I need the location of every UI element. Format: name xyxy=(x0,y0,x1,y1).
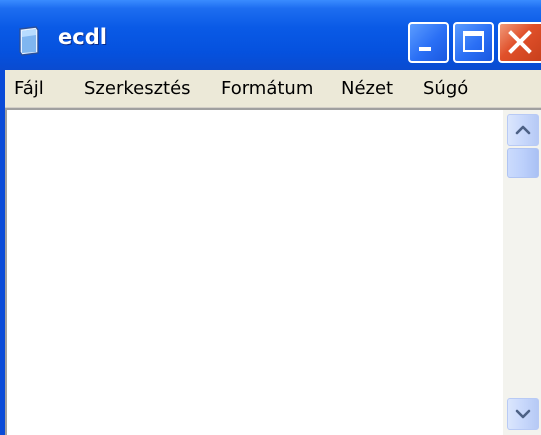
menu-item-view[interactable]: Nézet xyxy=(341,78,393,99)
notepad-icon xyxy=(16,26,42,56)
maximize-button[interactable] xyxy=(453,22,494,63)
editor-area xyxy=(5,108,541,435)
scroll-up-button[interactable] xyxy=(507,114,539,146)
close-button[interactable] xyxy=(498,22,541,63)
title-bar[interactable]: ecdl xyxy=(0,0,541,70)
vertical-scrollbar[interactable] xyxy=(503,110,541,435)
menu-item-help[interactable]: Súgó xyxy=(423,78,468,99)
chevron-down-icon xyxy=(515,409,531,419)
menu-bar: Fájl Szerkesztés Formátum Nézet Súgó xyxy=(5,70,541,108)
scroll-down-button[interactable] xyxy=(507,398,539,430)
minimize-button[interactable] xyxy=(408,22,449,63)
minimize-icon xyxy=(419,47,431,51)
close-icon xyxy=(508,30,532,54)
maximize-icon xyxy=(463,31,484,52)
window-title: ecdl xyxy=(58,25,107,49)
chevron-up-icon xyxy=(515,125,531,135)
menu-item-format[interactable]: Formátum xyxy=(221,78,313,99)
notepad-window: ecdl Fájl Szerkesztés Formátum Nézet Súg… xyxy=(0,0,541,435)
text-editor[interactable] xyxy=(7,110,504,435)
menu-item-file[interactable]: Fájl xyxy=(14,78,44,99)
menu-item-edit[interactable]: Szerkesztés xyxy=(84,78,191,99)
scroll-thumb[interactable] xyxy=(507,148,539,178)
